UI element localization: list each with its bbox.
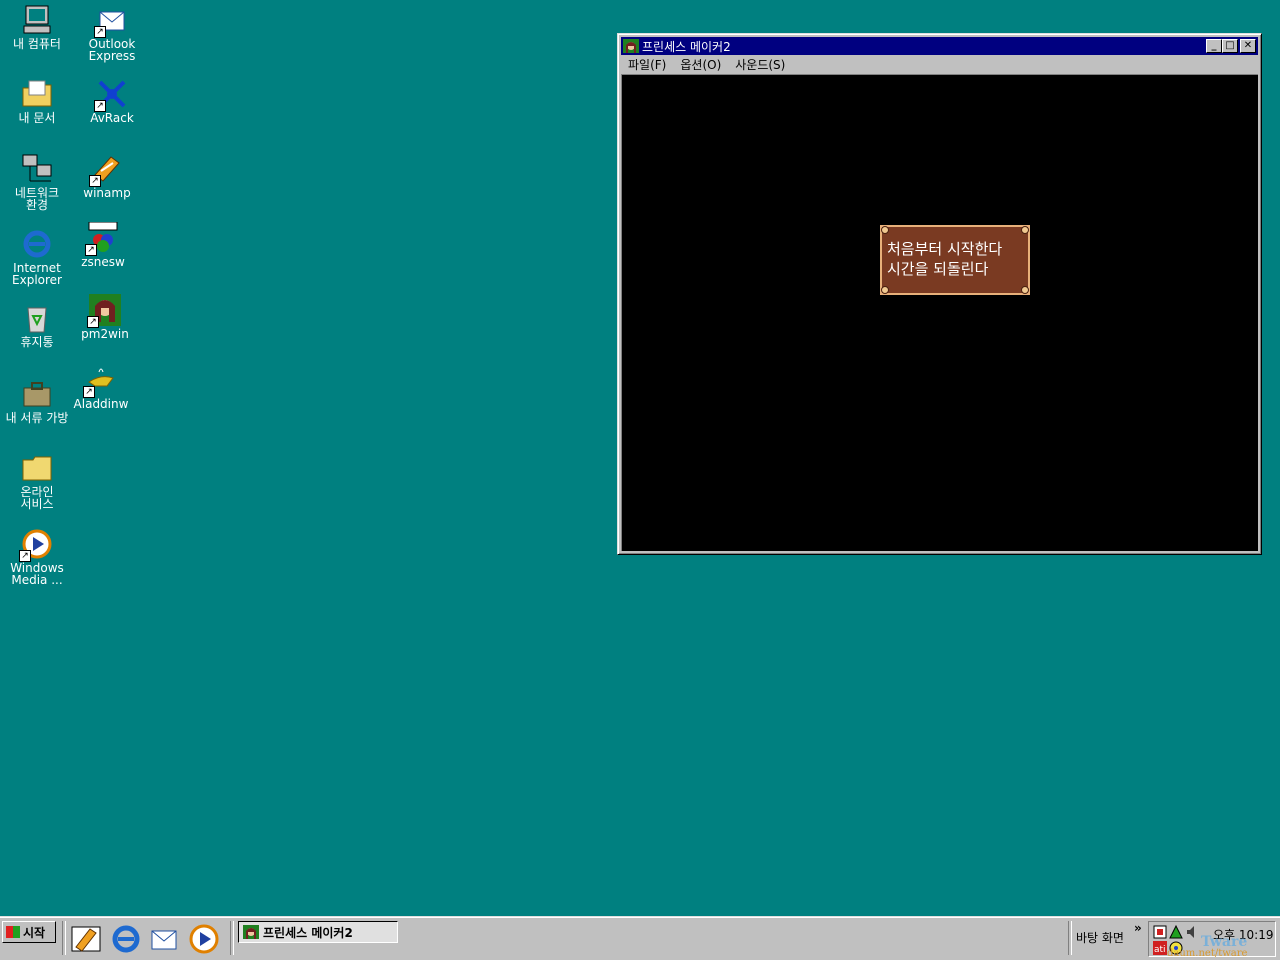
ati-icon[interactable]: ati bbox=[1153, 941, 1167, 955]
menu-file[interactable]: 파일(F) bbox=[621, 56, 673, 73]
shortcut-arrow-icon: ↗ bbox=[94, 100, 106, 112]
quicklaunch-windows-media[interactable] bbox=[188, 923, 220, 955]
menu-option-load-game[interactable]: 시간을 되돌린다 bbox=[887, 259, 1028, 279]
minimize-button[interactable]: _ bbox=[1206, 39, 1222, 53]
desktop-icon-network[interactable]: 네트워크 환경 bbox=[0, 153, 74, 211]
outlook-express-icon bbox=[151, 930, 177, 950]
taskbar-separator bbox=[1068, 921, 1072, 955]
desktop-icon-label: Aladdinw bbox=[73, 397, 129, 411]
my-documents-icon bbox=[21, 78, 53, 110]
quicklaunch-winamp[interactable] bbox=[70, 923, 102, 955]
menu-sound[interactable]: 사운드(S) bbox=[728, 56, 792, 73]
taskbar: 시작 프린세스 메이커2 바탕 화면 » ati 오후 10:19 Tware … bbox=[0, 916, 1280, 960]
menu-bar: 파일(F) 옵션(O) 사운드(S) bbox=[621, 55, 1258, 74]
start-label: 시작 bbox=[23, 925, 46, 940]
desktop-icon-label: Internet Explorer bbox=[12, 261, 62, 287]
desktop-icon-my-computer[interactable]: 내 컴퓨터 bbox=[0, 4, 74, 50]
windows-logo-icon bbox=[6, 926, 20, 938]
close-icon: ✕ bbox=[1243, 40, 1253, 51]
system-tray: ati 오후 10:19 Tware daum.net/tware bbox=[1148, 921, 1276, 959]
desktop-icon-label: 내 문서 bbox=[18, 111, 56, 125]
toolbar-chevron-icon[interactable]: » bbox=[1134, 921, 1142, 935]
pm2win-icon: ↗ bbox=[87, 294, 121, 328]
minimize-icon: _ bbox=[1211, 40, 1217, 51]
desktop-icon-label: 내 서류 가방 bbox=[5, 411, 69, 425]
windows-media-icon bbox=[189, 924, 219, 954]
internet-explorer-icon bbox=[21, 228, 53, 260]
desktop-toolbar-label[interactable]: 바탕 화면 bbox=[1076, 929, 1124, 946]
maximize-icon: □ bbox=[1225, 40, 1235, 51]
my-computer-icon bbox=[21, 4, 53, 36]
desktop-icon-zsnesw[interactable]: ↗ zsnesw bbox=[66, 221, 140, 269]
quicklaunch-internet-explorer[interactable] bbox=[110, 923, 142, 955]
shortcut-arrow-icon: ↗ bbox=[94, 26, 106, 38]
desktop-icon-pm2win[interactable]: ↗ pm2win bbox=[68, 294, 142, 340]
svg-text:ati: ati bbox=[1154, 945, 1166, 955]
desktop-icon-label: winamp bbox=[83, 186, 131, 200]
network-icon bbox=[21, 153, 53, 185]
tray-app-icon[interactable] bbox=[1153, 925, 1167, 939]
desktop-icon-windows-media[interactable]: ↗ Windows Media ... bbox=[0, 528, 74, 586]
taskbar-button-label: 프린세스 메이커2 bbox=[263, 925, 353, 940]
shortcut-arrow-icon: ↗ bbox=[19, 550, 31, 562]
dialog-corner-ornament bbox=[881, 226, 889, 234]
winamp-icon: ↗ bbox=[89, 153, 123, 187]
outlook-express-icon: ↗ bbox=[94, 4, 128, 38]
avrack-icon: ↗ bbox=[94, 78, 128, 112]
desktop-icon-my-documents[interactable]: 내 문서 bbox=[0, 78, 74, 124]
desktop-icon-recycle-bin[interactable]: 휴지통 bbox=[0, 302, 74, 348]
desktop-icon-label: 내 컴퓨터 bbox=[13, 37, 61, 51]
desktop-icon-outlook-express[interactable]: ↗ Outlook Express bbox=[75, 4, 149, 62]
close-button[interactable]: ✕ bbox=[1240, 39, 1256, 53]
maximize-button[interactable]: □ bbox=[1222, 39, 1238, 53]
desktop-icon-avrack[interactable]: ↗ AvRack bbox=[75, 78, 149, 124]
desktop-icon-label: 휴지통 bbox=[20, 335, 54, 349]
game-canvas[interactable]: 처음부터 시작한다 시간을 되돌린다 bbox=[621, 74, 1258, 551]
dialog-corner-ornament bbox=[1021, 286, 1029, 294]
zsnes-icon: ↗ bbox=[85, 221, 119, 256]
watermark-url: daum.net/tware bbox=[1167, 948, 1248, 959]
taskbar-separator bbox=[62, 921, 66, 955]
shortcut-arrow-icon: ↗ bbox=[85, 244, 97, 256]
quicklaunch-outlook-express[interactable] bbox=[148, 923, 180, 955]
desktop-icon-label: AvRack bbox=[90, 111, 134, 125]
aladdin-lamp-icon: ↗ bbox=[83, 364, 117, 398]
menu-option-new-game[interactable]: 처음부터 시작한다 bbox=[887, 239, 1028, 259]
start-menu-dialog: 처음부터 시작한다 시간을 되돌린다 bbox=[880, 225, 1030, 295]
start-button[interactable]: 시작 bbox=[2, 921, 56, 943]
app-icon bbox=[243, 925, 259, 939]
shortcut-arrow-icon: ↗ bbox=[89, 175, 101, 187]
app-icon[interactable] bbox=[623, 39, 639, 53]
shortcut-arrow-icon: ↗ bbox=[83, 386, 95, 398]
desktop-icon-aladdinw[interactable]: ↗ Aladdinw bbox=[64, 364, 138, 410]
window-titlebar[interactable]: 프린세스 메이커2 _ □ ✕ bbox=[621, 37, 1258, 55]
windows-media-icon: ↗ bbox=[19, 528, 53, 562]
internet-explorer-icon bbox=[112, 925, 140, 953]
princess-maker-window[interactable]: 프린세스 메이커2 _ □ ✕ 파일(F) 옵션(O) 사운드(S) 처음부터 … bbox=[617, 33, 1262, 555]
desktop-icon-online-services[interactable]: 온라인 서비스 bbox=[0, 452, 74, 510]
dialog-corner-ornament bbox=[881, 286, 889, 294]
folder-icon bbox=[21, 452, 53, 484]
desktop-icon-internet-explorer[interactable]: Internet Explorer bbox=[0, 228, 74, 286]
desktop-icon-briefcase[interactable]: 내 서류 가방 bbox=[0, 378, 74, 424]
recycle-bin-icon bbox=[21, 302, 53, 334]
desktop-icon-label: pm2win bbox=[81, 327, 129, 341]
briefcase-icon bbox=[21, 378, 53, 410]
winamp-icon bbox=[71, 926, 101, 952]
shortcut-arrow-icon: ↗ bbox=[87, 316, 99, 328]
desktop-icon-label: Windows Media ... bbox=[10, 561, 64, 587]
desktop-icon-label: 온라인 서비스 bbox=[20, 485, 54, 511]
window-title: 프린세스 메이커2 bbox=[642, 39, 731, 54]
tray-monitor-icon[interactable] bbox=[1169, 924, 1183, 939]
taskbar-separator bbox=[230, 921, 234, 955]
desktop-icon-label: Outlook Express bbox=[88, 37, 136, 63]
menu-options[interactable]: 옵션(O) bbox=[673, 56, 728, 73]
desktop-icon-label: 네트워크 환경 bbox=[14, 186, 60, 212]
volume-icon[interactable] bbox=[1185, 925, 1199, 939]
dialog-corner-ornament bbox=[1021, 226, 1029, 234]
taskbar-button-princess-maker[interactable]: 프린세스 메이커2 bbox=[238, 921, 398, 943]
desktop-icon-winamp[interactable]: ↗ winamp bbox=[70, 153, 144, 199]
desktop-icon-label: zsnesw bbox=[81, 255, 125, 269]
